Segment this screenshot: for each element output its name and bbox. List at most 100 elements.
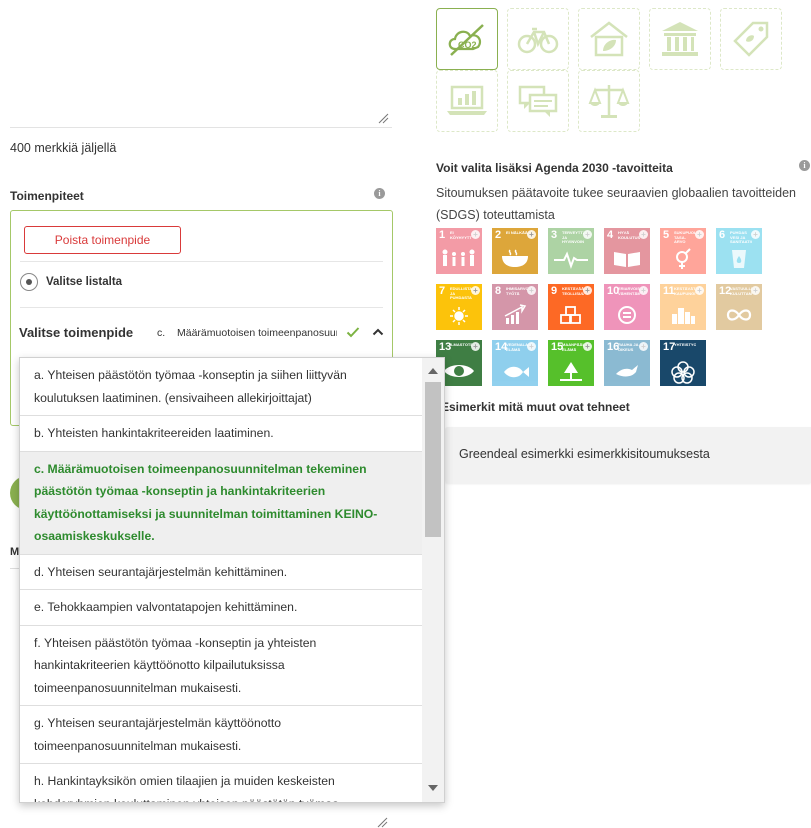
equal-icon (618, 306, 636, 324)
example-item[interactable]: Greendeal esimerkki esimerkkisitoumukses… (445, 427, 811, 483)
sdg-8[interactable]: 8 Ihmisarvoista työtä+ (492, 284, 538, 330)
partial-heading: M (10, 546, 20, 558)
sdg-7[interactable]: 7 Edullista ja puhdasta energiaa+ (436, 284, 482, 330)
sdg-12[interactable]: 12Vastuullista kuluttamista+ (716, 284, 762, 330)
sdg-number: 5 (663, 229, 670, 241)
sdg-label: Rauha ja oikeus (618, 343, 639, 352)
sdg-number: 8 (495, 285, 502, 297)
dropdown-option[interactable]: e. Tehokkaampien valvontatapojen kehittä… (20, 590, 422, 626)
people-icon (442, 249, 475, 266)
tree-icon (560, 362, 582, 381)
dropdown-option[interactable]: b. Yhteisten hankintakriteereiden laatim… (20, 416, 422, 452)
sdg-number: 3 (551, 229, 558, 241)
dropdown-option[interactable]: d. Yhteisen seurantajärjestelmän kehittä… (20, 554, 422, 590)
sdg-15[interactable]: 15Maanpäällinen elämä+ (548, 340, 594, 386)
add-icon[interactable]: + (639, 286, 648, 295)
info-icon[interactable]: i (374, 188, 385, 199)
bicycle-icon[interactable] (507, 8, 569, 70)
heartbeat-icon (554, 251, 588, 269)
chat-bubbles-icon[interactable] (507, 70, 569, 132)
sdg-17[interactable]: 17 Yhteistyö (660, 340, 706, 386)
option-list: a. Yhteisen päästötön työmaa -konseptin … (20, 358, 422, 802)
info-icon[interactable]: i (799, 160, 810, 171)
add-icon[interactable]: + (527, 286, 536, 295)
delete-measure-button[interactable]: Poista toimenpide (24, 226, 181, 254)
divider (20, 261, 383, 262)
sdg-label: Ihmisarvoista työtä (506, 287, 528, 296)
measures-label: Toimenpiteet (10, 189, 84, 203)
examples-title: Esimerkit mitä muut ovat tehneet (441, 400, 630, 414)
add-icon[interactable]: + (527, 342, 536, 351)
sdg-label: Vedenalainen elämä (506, 343, 528, 352)
add-icon[interactable]: + (527, 230, 536, 239)
add-icon[interactable]: + (639, 342, 648, 351)
check-icon (346, 327, 360, 338)
sdg-3[interactable]: 3 Terveyttä ja hyvinvointia+ (548, 228, 594, 274)
description-textarea[interactable] (10, 0, 392, 128)
house-leaf-icon[interactable] (578, 8, 640, 70)
sdg-10[interactable]: 10Eriarvoisuuden vähentäminen+ (604, 284, 650, 330)
sdg-16[interactable]: 16 Rauha ja oikeus + (604, 340, 650, 386)
add-icon[interactable]: + (695, 286, 704, 295)
co2-icon[interactable]: CO2 (436, 8, 498, 70)
gender-equality-icon (676, 248, 691, 269)
dropdown-option-selected[interactable]: c. Määrämuotoisen toimeenpanosuunnitelma… (20, 451, 422, 555)
laptop-chart-icon[interactable] (436, 70, 498, 132)
dropdown-option[interactable]: f. Yhteisen päästötön työmaa -konseptin … (20, 625, 422, 706)
add-icon[interactable]: + (695, 230, 704, 239)
add-icon[interactable]: + (583, 286, 592, 295)
sdg-label: Ilmastotekoja (450, 343, 472, 347)
add-icon[interactable]: + (751, 230, 760, 239)
dropdown-option[interactable]: g. Yhteisen seurantajärjestelmän käyttöö… (20, 706, 422, 764)
add-icon[interactable]: + (583, 230, 592, 239)
add-icon[interactable]: + (583, 342, 592, 351)
sdg-number: 6 (719, 229, 726, 241)
dropdown-option[interactable]: h. Hankintayksikön omien tilaajien ja mu… (20, 764, 422, 802)
sdg-label: Kestävät kaupungit (674, 287, 696, 296)
measure-select[interactable]: Valitse toimenpide c. Määrämuotoisen toi… (19, 323, 385, 345)
measure-dropdown-list[interactable]: a. Yhteisen päästötön työmaa -konseptin … (19, 357, 445, 803)
pick-from-list-label: Valitse listalta (46, 276, 123, 288)
sdg-4[interactable]: 4 Hyvä koulutus + (604, 228, 650, 274)
chars-left-counter: 400 merkkiä jäljellä (10, 141, 117, 155)
partnership-rings-icon (671, 361, 695, 384)
scroll-thumb[interactable] (425, 382, 441, 537)
city-icon (672, 308, 695, 324)
sdg-5[interactable]: 5 Sukupuolten tasa-arvo+ (660, 228, 706, 274)
sdg-11[interactable]: 11 Kestävät kaupungit + (660, 284, 706, 330)
cubes-icon (560, 306, 581, 324)
growth-chart-icon (504, 304, 527, 324)
dropdown-option[interactable]: a. Yhteisen päästötön työmaa -konseptin … (20, 358, 422, 416)
sdg-6[interactable]: 6 Puhdas vesi ja sanitaatio + (716, 228, 762, 274)
sdg-number: 7 (439, 285, 446, 297)
water-drop-icon (732, 250, 746, 268)
dove-icon (616, 365, 638, 377)
sdg-2[interactable]: 2 Ei nälkää + (492, 228, 538, 274)
selected-letter: c. (157, 327, 166, 339)
price-tag-icon[interactable] (720, 8, 782, 70)
sdg-9[interactable]: 9 Kestävää teollisuutta+ (548, 284, 594, 330)
sdg-number: 9 (551, 285, 558, 297)
scrollbar[interactable] (422, 358, 444, 802)
resize-grip-icon[interactable] (377, 112, 389, 124)
add-icon[interactable]: + (471, 286, 480, 295)
add-icon[interactable]: + (471, 342, 480, 351)
sdg-label: Yhteistyö (674, 343, 696, 347)
scales-icon[interactable] (578, 70, 640, 132)
scroll-down-arrow-icon[interactable] (427, 784, 439, 792)
sdg-number: 1 (439, 229, 446, 241)
sdg-14[interactable]: 14Vedenalainen elämä+ (492, 340, 538, 386)
public-building-icon[interactable] (649, 8, 711, 70)
sdg-label: Vastuullista kuluttamista (730, 287, 752, 296)
add-icon[interactable]: + (639, 230, 648, 239)
scroll-up-arrow-icon[interactable] (427, 367, 439, 375)
sdg-1[interactable]: 1 Ei köyhyyttä+ (436, 228, 482, 274)
chevron-up-icon[interactable] (372, 327, 384, 337)
pick-from-list-option[interactable]: Valitse listalta (20, 273, 122, 291)
add-icon[interactable]: + (751, 286, 760, 295)
add-icon[interactable]: + (471, 230, 480, 239)
radio-button[interactable] (20, 273, 38, 291)
radio-dot (26, 279, 32, 285)
resize-grip-icon[interactable] (376, 816, 388, 828)
sdg-label: Terveyttä ja hyvinvointia (562, 231, 584, 244)
